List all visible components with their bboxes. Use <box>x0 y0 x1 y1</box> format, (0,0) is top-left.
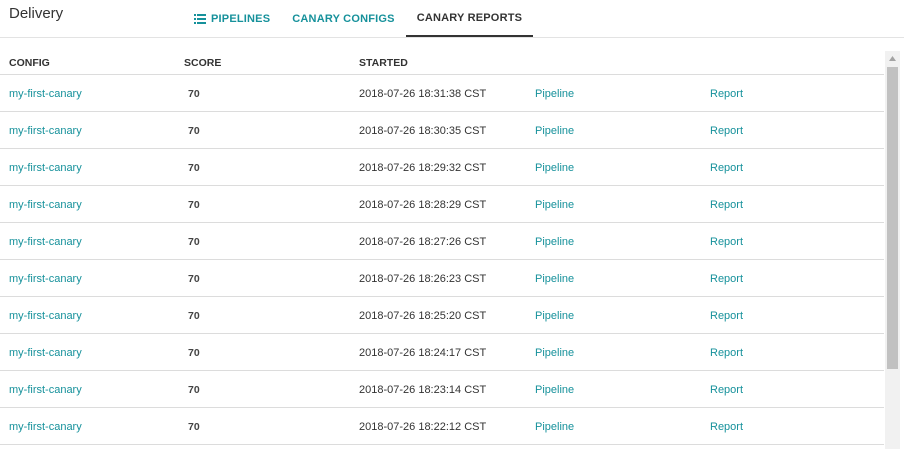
table-row: my-first-canary 70 2018-07-26 18:29:32 C… <box>0 149 884 186</box>
pipeline-link[interactable]: Pipeline <box>535 421 574 433</box>
score-value: 70 <box>188 273 200 285</box>
started-timestamp: 2018-07-26 18:22:12 CST <box>359 421 487 433</box>
tab-label: CANARY REPORTS <box>416 11 523 24</box>
config-link[interactable]: my-first-canary <box>9 236 82 248</box>
pipeline-link[interactable]: Pipeline <box>535 162 574 174</box>
score-value: 70 <box>188 88 200 100</box>
tab-label: CANARY CONFIGS <box>292 12 395 25</box>
config-link[interactable]: my-first-canary <box>9 310 82 322</box>
pipeline-link[interactable]: Pipeline <box>535 199 574 211</box>
report-link[interactable]: Report <box>710 273 743 285</box>
tab-canary-configs[interactable]: CANARY CONFIGS <box>281 0 405 37</box>
column-header-started[interactable]: STARTED <box>359 57 408 69</box>
pipeline-link[interactable]: Pipeline <box>535 273 574 285</box>
pipeline-link[interactable]: Pipeline <box>535 236 574 248</box>
report-link[interactable]: Report <box>710 162 743 174</box>
tab-bar: PIPELINES CANARY CONFIGS CANARY REPORTS <box>183 0 534 37</box>
pipeline-link[interactable]: Pipeline <box>535 347 574 359</box>
score-value: 70 <box>188 421 200 433</box>
pipeline-link[interactable]: Pipeline <box>535 384 574 396</box>
score-value: 70 <box>188 347 200 359</box>
scrollbar-thumb[interactable] <box>887 67 898 369</box>
table-row: my-first-canary 70 2018-07-26 18:23:14 C… <box>0 371 884 408</box>
table-row: my-first-canary 70 2018-07-26 18:22:12 C… <box>0 408 884 445</box>
report-link[interactable]: Report <box>710 310 743 322</box>
score-value: 70 <box>188 310 200 322</box>
started-timestamp: 2018-07-26 18:27:26 CST <box>359 236 487 248</box>
pipeline-link[interactable]: Pipeline <box>535 310 574 322</box>
table-row: my-first-canary 70 2018-07-26 18:31:38 C… <box>0 75 884 112</box>
table-row: my-first-canary 70 2018-07-26 18:30:35 C… <box>0 112 884 149</box>
table-row: my-first-canary 70 2018-07-26 18:28:29 C… <box>0 186 884 223</box>
tab-label: PIPELINES <box>211 12 271 25</box>
pipeline-link[interactable]: Pipeline <box>535 125 574 137</box>
table-row: my-first-canary 70 2018-07-26 18:26:23 C… <box>0 260 884 297</box>
report-link[interactable]: Report <box>710 384 743 396</box>
started-timestamp: 2018-07-26 18:29:32 CST <box>359 162 487 174</box>
config-link[interactable]: my-first-canary <box>9 384 82 396</box>
score-value: 70 <box>188 236 200 248</box>
tab-canary-reports[interactable]: CANARY REPORTS <box>405 0 534 37</box>
report-link[interactable]: Report <box>710 88 743 100</box>
started-timestamp: 2018-07-26 18:26:23 CST <box>359 273 487 285</box>
started-timestamp: 2018-07-26 18:28:29 CST <box>359 199 487 211</box>
pipeline-link[interactable]: Pipeline <box>535 88 574 100</box>
config-link[interactable]: my-first-canary <box>9 347 82 359</box>
config-link[interactable]: my-first-canary <box>9 273 82 285</box>
score-value: 70 <box>188 125 200 137</box>
table-row: my-first-canary 70 2018-07-26 18:25:20 C… <box>0 297 884 334</box>
started-timestamp: 2018-07-26 18:31:38 CST <box>359 88 487 100</box>
report-link[interactable]: Report <box>710 421 743 433</box>
top-navigation-bar: Delivery PIPELINES CANARY CONFIGS CANARY… <box>0 0 904 38</box>
column-header-config[interactable]: CONFIG <box>9 57 50 69</box>
report-link[interactable]: Report <box>710 347 743 359</box>
table-header: CONFIG SCORE STARTED <box>0 51 884 75</box>
config-link[interactable]: my-first-canary <box>9 199 82 211</box>
vertical-scrollbar[interactable] <box>885 51 900 449</box>
table-row: my-first-canary 70 2018-07-26 18:27:26 C… <box>0 223 884 260</box>
config-link[interactable]: my-first-canary <box>9 162 82 174</box>
app-title: Delivery <box>9 5 64 22</box>
started-timestamp: 2018-07-26 18:25:20 CST <box>359 310 487 322</box>
report-link[interactable]: Report <box>710 236 743 248</box>
config-link[interactable]: my-first-canary <box>9 421 82 433</box>
tab-pipelines[interactable]: PIPELINES <box>183 0 281 37</box>
canary-reports-table: CONFIG SCORE STARTED my-first-canary 70 … <box>0 51 884 449</box>
started-timestamp: 2018-07-26 18:30:35 CST <box>359 125 487 137</box>
column-header-score[interactable]: SCORE <box>184 57 221 69</box>
score-value: 70 <box>188 162 200 174</box>
score-value: 70 <box>188 199 200 211</box>
report-link[interactable]: Report <box>710 199 743 211</box>
report-link[interactable]: Report <box>710 125 743 137</box>
started-timestamp: 2018-07-26 18:24:17 CST <box>359 347 487 359</box>
table-row: my-first-canary 70 2018-07-26 18:24:17 C… <box>0 334 884 371</box>
score-value: 70 <box>188 384 200 396</box>
scroll-up-arrow-icon[interactable] <box>885 51 900 65</box>
config-link[interactable]: my-first-canary <box>9 125 82 137</box>
config-link[interactable]: my-first-canary <box>9 88 82 100</box>
list-icon <box>194 13 206 24</box>
started-timestamp: 2018-07-26 18:23:14 CST <box>359 384 487 396</box>
